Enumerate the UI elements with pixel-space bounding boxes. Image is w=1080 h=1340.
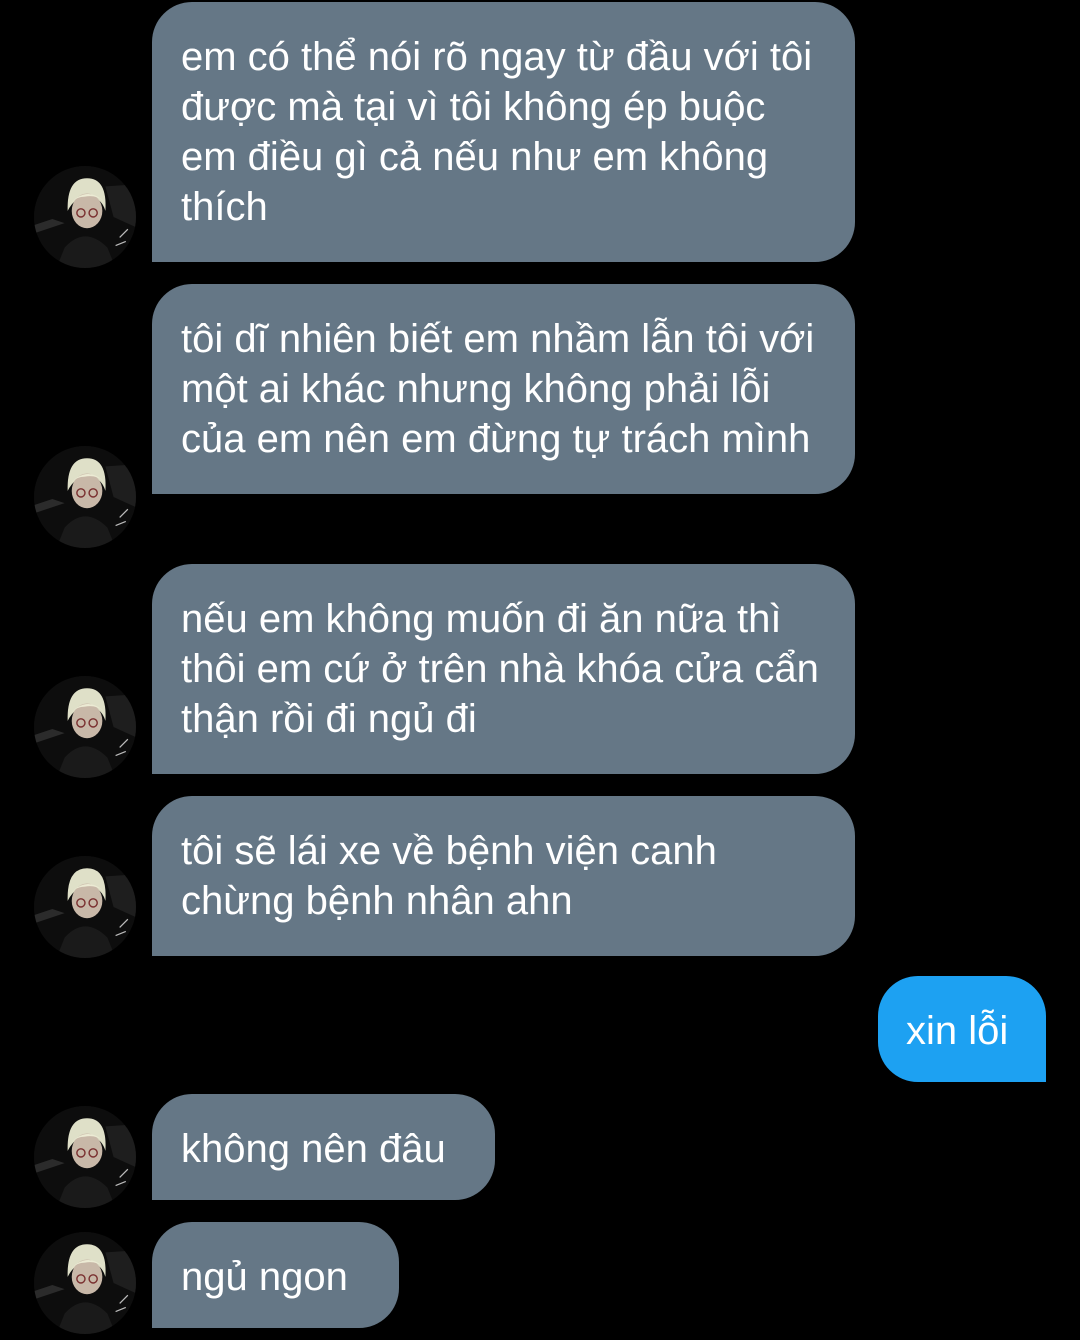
avatar[interactable] (34, 446, 136, 548)
avatar-icon (34, 166, 136, 268)
avatar[interactable] (34, 676, 136, 778)
avatar[interactable] (34, 1232, 136, 1334)
message-bubble-received[interactable]: ngủ ngon (152, 1222, 399, 1328)
message-bubble-sent[interactable]: xin lỗi (878, 976, 1046, 1082)
avatar-icon (34, 856, 136, 958)
message-bubble-received[interactable]: em có thể nói rõ ngay từ đầu với tôi đượ… (152, 2, 855, 262)
avatar-icon (34, 676, 136, 778)
message-bubble-received[interactable]: tôi sẽ lái xe về bệnh viện canh chừng bệ… (152, 796, 855, 956)
avatar-icon (34, 1232, 136, 1334)
avatar[interactable] (34, 1106, 136, 1208)
message-bubble-received[interactable]: nếu em không muốn đi ăn nữa thì thôi em … (152, 564, 855, 774)
message-bubble-received[interactable]: tôi dĩ nhiên biết em nhầm lẫn tôi với mộ… (152, 284, 855, 494)
avatar[interactable] (34, 166, 136, 268)
avatar-icon (34, 446, 136, 548)
avatar-icon (34, 1106, 136, 1208)
avatar[interactable] (34, 856, 136, 958)
message-bubble-received[interactable]: không nên đâu (152, 1094, 495, 1200)
